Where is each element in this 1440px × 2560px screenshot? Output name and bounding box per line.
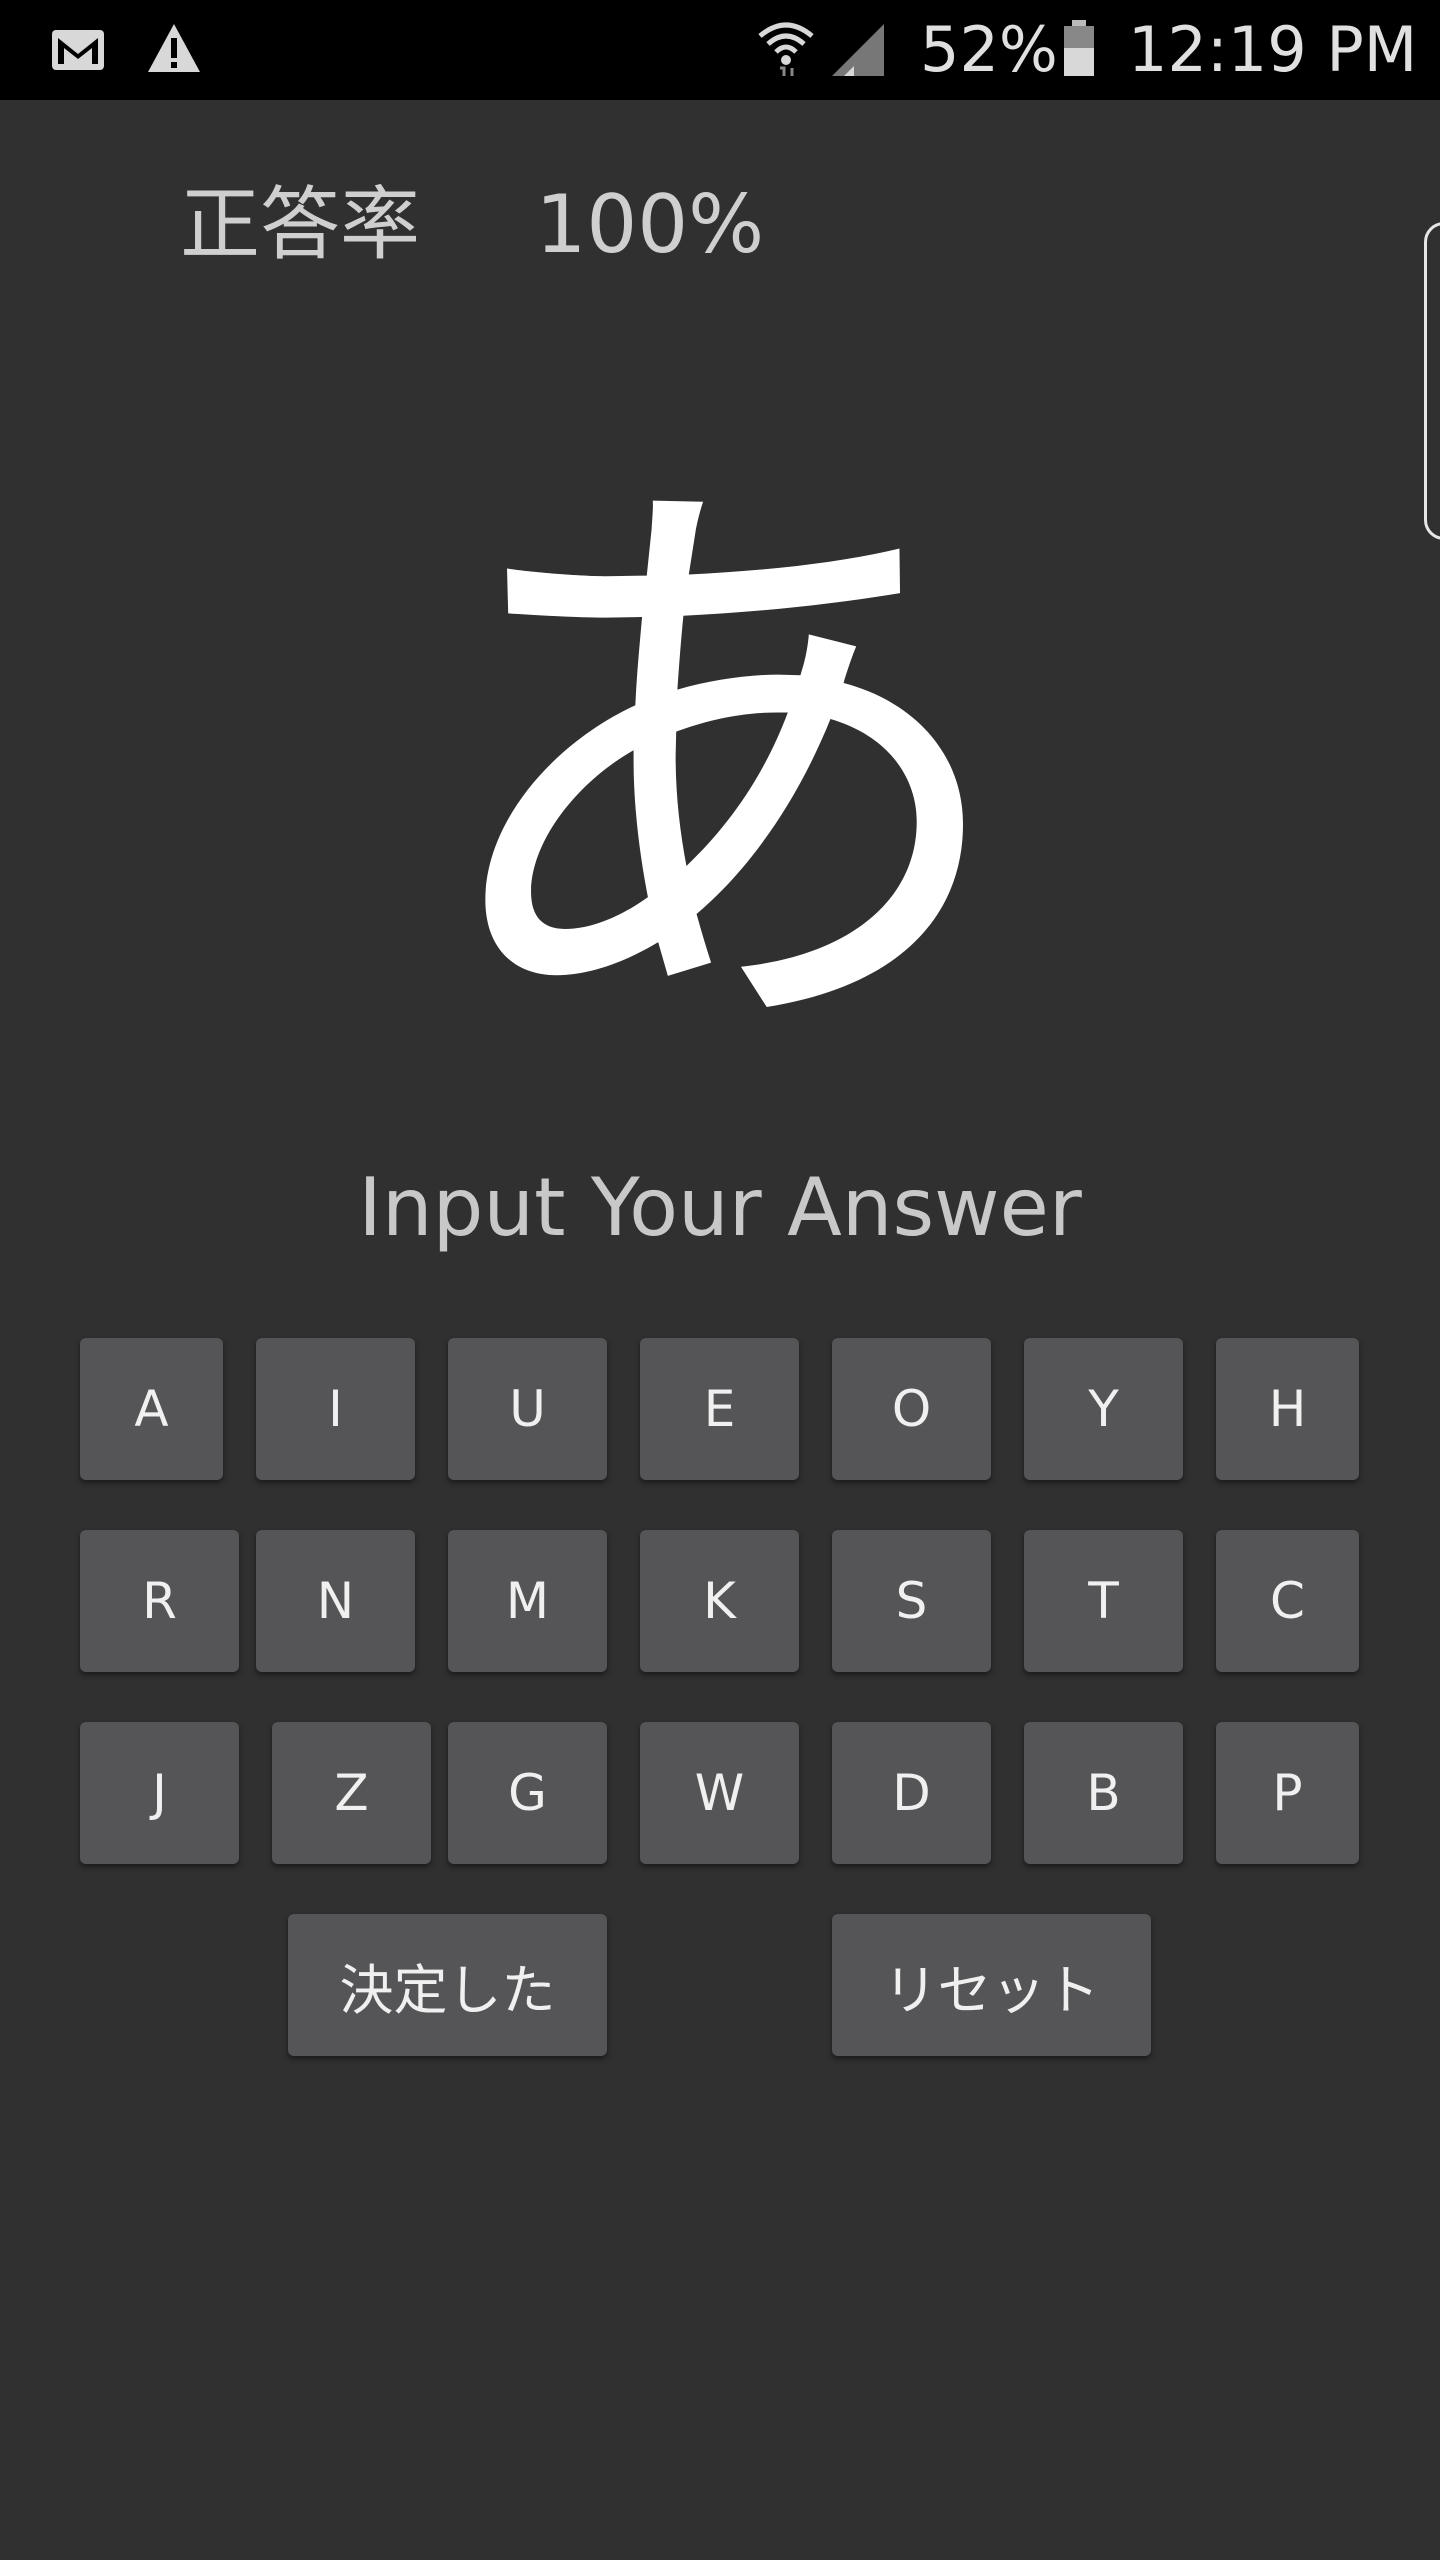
battery-icon: [1064, 20, 1094, 76]
clock: 12:19 PM: [1128, 13, 1418, 86]
key-o[interactable]: O: [832, 1338, 991, 1480]
key-k[interactable]: K: [640, 1530, 799, 1672]
key-t[interactable]: T: [1024, 1530, 1183, 1672]
key-j[interactable]: J: [80, 1722, 239, 1864]
wifi-icon: [758, 22, 814, 76]
key-y[interactable]: Y: [1024, 1338, 1183, 1480]
key-m[interactable]: M: [448, 1530, 607, 1672]
key-g[interactable]: G: [448, 1722, 607, 1864]
key-h[interactable]: H: [1216, 1338, 1359, 1480]
key-s[interactable]: S: [832, 1530, 991, 1672]
signal-icon: [832, 24, 884, 76]
key-c[interactable]: C: [1216, 1530, 1359, 1672]
key-w[interactable]: W: [640, 1722, 799, 1864]
reset-button[interactable]: リセット: [832, 1914, 1151, 2056]
warning-icon: [148, 24, 200, 72]
accuracy-label: 正答率: [180, 178, 420, 271]
status-bar: 52% 12:19 PM: [0, 0, 1440, 100]
key-z[interactable]: Z: [272, 1722, 431, 1864]
key-i[interactable]: I: [256, 1338, 415, 1480]
key-p[interactable]: P: [1216, 1722, 1359, 1864]
gmail-icon: [52, 30, 104, 70]
question-character: あ: [420, 420, 1020, 1119]
key-r[interactable]: R: [80, 1530, 239, 1672]
key-a[interactable]: A: [80, 1338, 223, 1480]
submit-button[interactable]: 決定した: [288, 1914, 607, 2056]
accuracy-value: 100%: [535, 178, 765, 271]
key-d[interactable]: D: [832, 1722, 991, 1864]
accuracy-score: 正答率 100%: [180, 170, 764, 280]
key-n[interactable]: N: [256, 1530, 415, 1672]
battery-percent: 52%: [920, 13, 1058, 86]
key-b[interactable]: B: [1024, 1722, 1183, 1864]
answer-prompt: Input Your Answer: [358, 1161, 1082, 1254]
edge-panel-handle[interactable]: [1424, 222, 1440, 540]
key-u[interactable]: U: [448, 1338, 607, 1480]
key-e[interactable]: E: [640, 1338, 799, 1480]
